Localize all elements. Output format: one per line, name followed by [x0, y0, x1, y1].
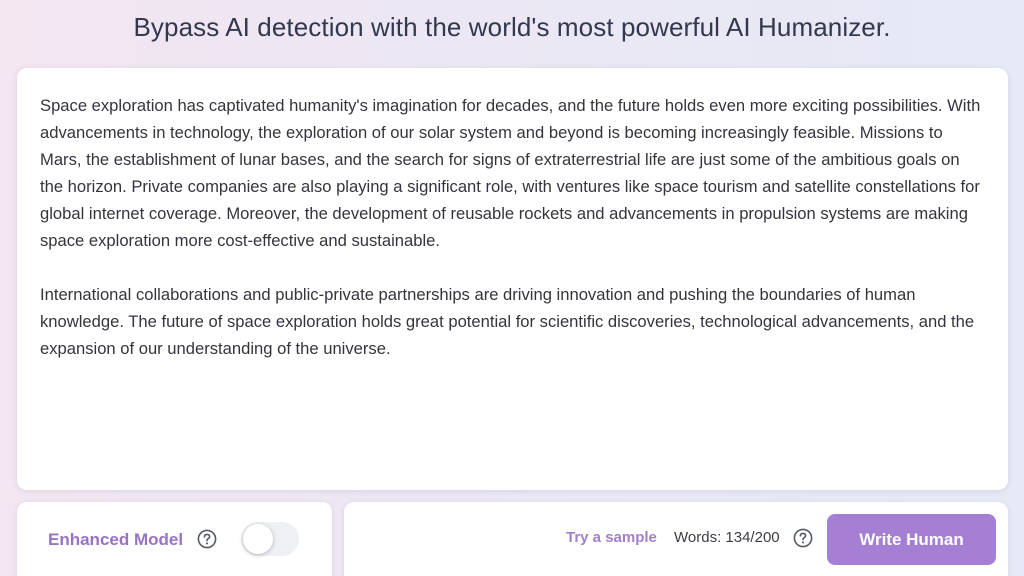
question-circle-icon[interactable] [197, 529, 217, 549]
editor-paragraph[interactable]: Space exploration has captivated humanit… [40, 92, 984, 254]
question-circle-icon[interactable] [793, 528, 813, 548]
page-title: Bypass AI detection with the world's mos… [133, 12, 891, 42]
word-count: Words: 134/200 [674, 529, 780, 546]
editor-paragraph[interactable]: International collaborations and public-… [40, 281, 984, 362]
model-panel: Enhanced Model [17, 502, 332, 576]
try-sample-link[interactable]: Try a sample [566, 529, 657, 546]
write-human-button[interactable]: Write Human [827, 514, 996, 565]
enhanced-model-label: Enhanced Model [48, 530, 184, 549]
action-panel: Try a sample Words: 134/200 Write Human [344, 502, 1008, 576]
toggle-knob [243, 524, 273, 554]
enhanced-model-toggle[interactable] [241, 522, 299, 556]
text-editor[interactable]: Space exploration has captivated humanit… [17, 68, 1008, 490]
